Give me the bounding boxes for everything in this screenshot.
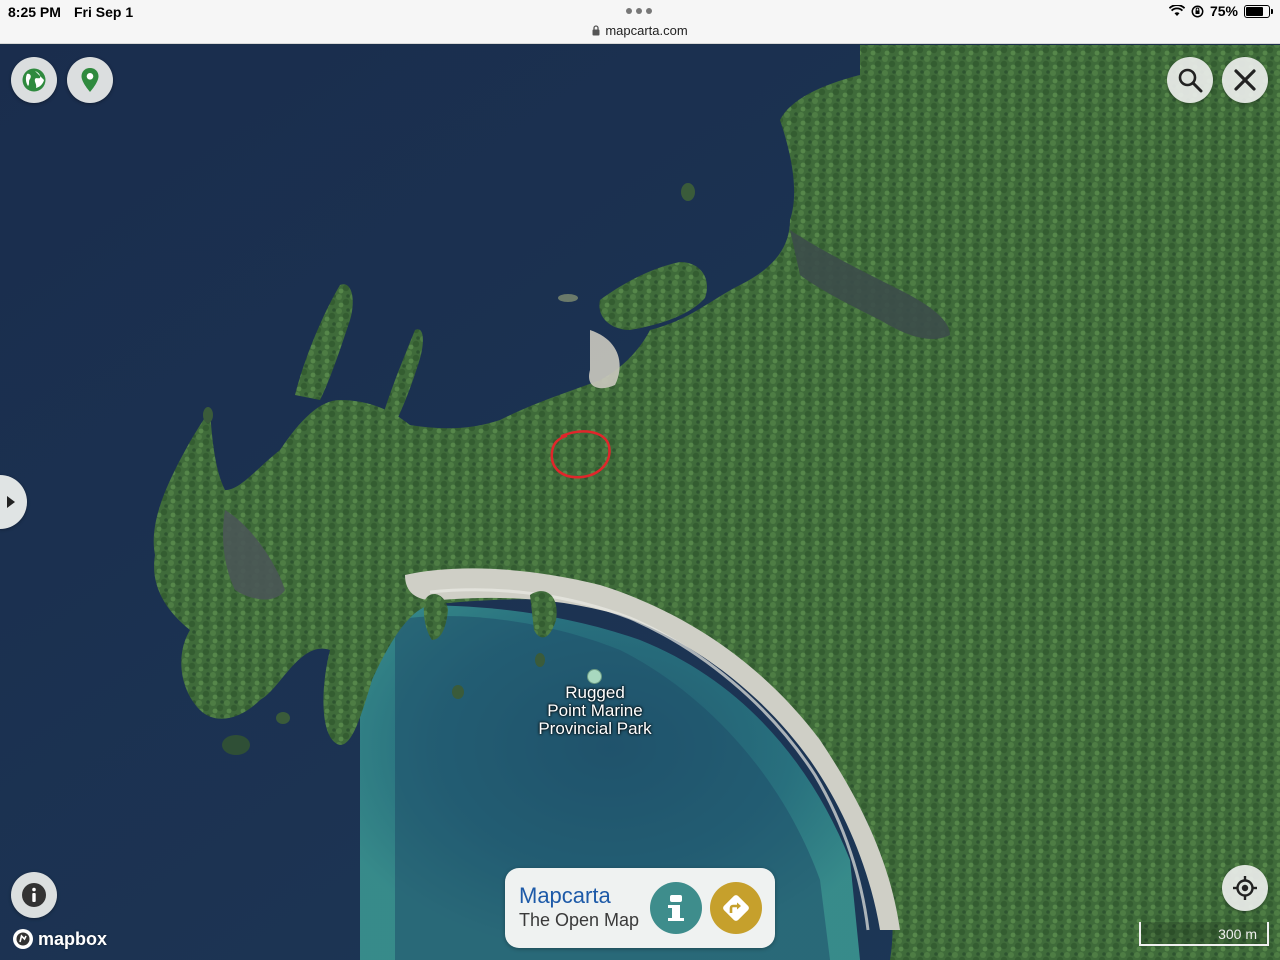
status-time: 8:25 PM (8, 4, 61, 20)
address-bar[interactable]: mapcarta.com (0, 23, 1280, 38)
lock-icon (592, 25, 600, 36)
url-text: mapcarta.com (605, 23, 688, 38)
mapbox-attribution[interactable]: mapbox (12, 928, 107, 950)
status-indicators: 75% (1168, 3, 1273, 19)
brand-name[interactable]: Mapcarta (519, 883, 611, 909)
search-icon (1178, 68, 1203, 93)
info-button[interactable] (11, 872, 57, 918)
directions-icon (723, 895, 749, 921)
multitasking-dots[interactable] (626, 8, 652, 14)
park-marker[interactable] (587, 669, 602, 684)
map-scale: 300 m (1139, 922, 1269, 946)
park-label[interactable]: Rugged Point Marine Provincial Park (510, 684, 680, 738)
directions-button[interactable] (710, 882, 762, 934)
close-button[interactable] (1222, 57, 1268, 103)
brand-tagline: The Open Map (519, 910, 640, 930)
mapbox-text: mapbox (38, 928, 108, 949)
info-icon (22, 883, 46, 907)
map-pin-button[interactable] (67, 57, 113, 103)
play-triangle-icon (7, 496, 15, 508)
battery-percent: 75% (1209, 3, 1238, 19)
battery-icon (1244, 4, 1273, 18)
satellite-map[interactable] (0, 45, 1280, 960)
locate-icon (1233, 876, 1257, 900)
globe-icon (22, 68, 46, 92)
orientation-lock-icon (1191, 5, 1204, 17)
globe-button[interactable] (11, 57, 57, 103)
place-info-button[interactable] (650, 882, 702, 934)
map-imagery (0, 45, 1280, 960)
mapcarta-card[interactable]: Mapcarta The Open Map (505, 868, 775, 948)
info-i-icon (668, 895, 684, 921)
locate-me-button[interactable] (1222, 865, 1268, 911)
search-button[interactable] (1167, 57, 1213, 103)
map-pin-icon (81, 68, 99, 92)
status-date: Fri Sep 1 (74, 4, 134, 20)
mapbox-logo-icon (13, 929, 33, 949)
status-bar: 8:25 PM Fri Sep 1 mapcarta.com 75% (0, 0, 1280, 44)
wifi-icon (1168, 5, 1185, 16)
close-icon (1234, 69, 1256, 91)
